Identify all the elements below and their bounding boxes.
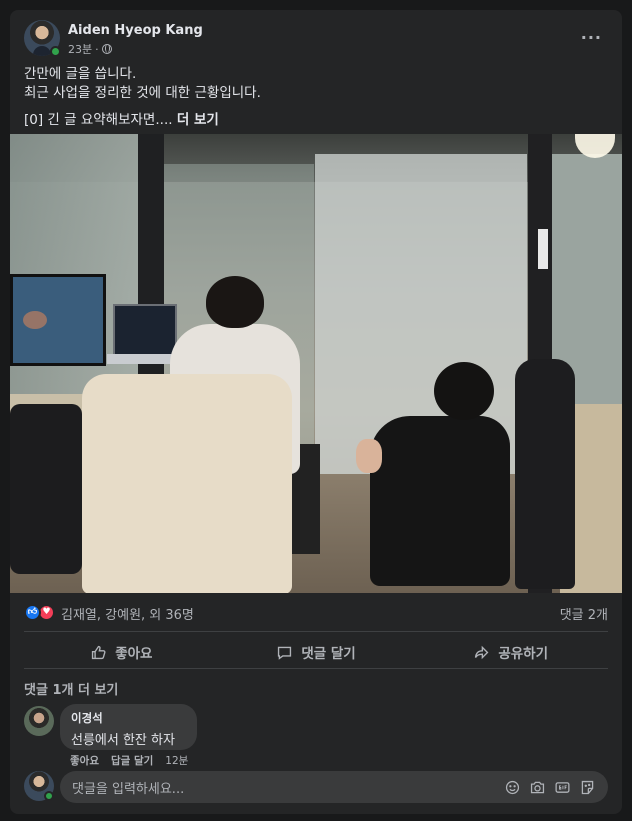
post-actions: 좋아요 댓글 달기 공유하기 [24, 637, 608, 667]
comments-count[interactable]: 댓글 2개 [560, 604, 608, 623]
author-name[interactable]: Aiden Hyeop Kang [68, 23, 203, 38]
commenter-name[interactable]: 이경석 [71, 710, 186, 726]
divider [24, 631, 608, 632]
post-summary: [0] 긴 글 요약해보자면.... 더 보기 [24, 108, 219, 128]
comment-icon [278, 646, 292, 660]
comment-reply-link[interactable]: 답글 달기 [111, 753, 153, 768]
share-icon [475, 645, 489, 659]
meta-dot: · [95, 42, 99, 56]
post-time[interactable]: 23분 [68, 41, 92, 57]
like-label: 좋아요 [115, 646, 153, 662]
comment-label: 댓글 달기 [301, 646, 356, 662]
view-more-comments-link[interactable]: 댓글 1개 더 보기 [24, 679, 118, 698]
commenter-avatar[interactable] [24, 706, 54, 736]
comment-actions: 좋아요 답글 달기 12분 [70, 753, 188, 768]
composer-tools [504, 779, 596, 796]
summary-text: [0] 긴 글 요약해보자면.... [24, 112, 173, 128]
comment-button[interactable]: 댓글 달기 [219, 637, 414, 667]
like-button[interactable]: 좋아요 [24, 637, 219, 667]
globe-icon[interactable] [101, 44, 112, 54]
emoji-icon[interactable] [504, 779, 521, 796]
share-label: 공유하기 [498, 646, 549, 662]
online-status-icon [44, 791, 54, 801]
camera-icon[interactable] [529, 779, 546, 796]
divider [24, 668, 608, 669]
comment-input[interactable]: 댓글을 입력하세요... [60, 771, 608, 803]
more-options-icon[interactable]: ··· [581, 28, 602, 47]
post-header: Aiden Hyeop Kang 23분 · ··· [24, 20, 608, 60]
share-button[interactable]: 공유하기 [413, 637, 608, 667]
comment-input-placeholder[interactable]: 댓글을 입력하세요... [72, 778, 504, 797]
post-text-line: 최근 사업을 정리한 것에 대한 근황입니다. [24, 85, 261, 101]
like-icon[interactable]: 👍︎ [24, 604, 41, 621]
post-card: Aiden Hyeop Kang 23분 · ··· 간만에 글을 씁니다. 최… [10, 10, 622, 814]
reactions-bar: 👍︎ ♥ 김재열, 강예원, 외 36명 댓글 2개 [24, 602, 608, 623]
comment-bubble: 이경석 선릉에서 한잔 하자 [60, 704, 197, 750]
thumbs-up-icon [92, 645, 106, 659]
post-text-line: 간만에 글을 씁니다. [24, 66, 137, 82]
comment-text: 선릉에서 한잔 하자 [71, 733, 175, 748]
online-status-icon [50, 46, 61, 57]
post-photo[interactable] [10, 134, 622, 593]
sticker-icon[interactable] [579, 779, 596, 796]
see-more-link[interactable]: 더 보기 [177, 112, 219, 128]
post-meta: 23분 · [68, 41, 112, 57]
comment-like-link[interactable]: 좋아요 [70, 753, 99, 768]
comment-time[interactable]: 12분 [165, 753, 188, 768]
reactors-summary[interactable]: 김재열, 강예원, 외 36명 [61, 604, 194, 623]
gif-icon[interactable] [554, 779, 571, 796]
post-text: 간만에 글을 씁니다. 최근 사업을 정리한 것에 대한 근황입니다. [24, 65, 608, 103]
